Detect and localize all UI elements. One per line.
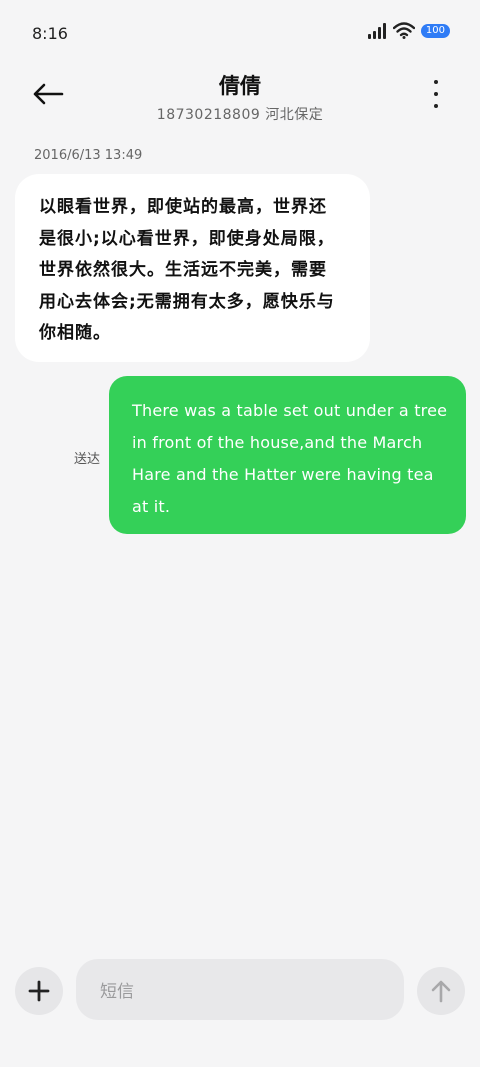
more-options-button[interactable] [430, 80, 442, 108]
battery-icon: 100 [420, 23, 450, 38]
message-input[interactable]: 短信 [76, 959, 404, 1020]
wifi-icon [392, 22, 415, 39]
plus-icon [28, 980, 50, 1002]
send-arrow-up-icon [431, 980, 451, 1003]
status-icons: 100 [367, 22, 450, 39]
message-timestamp: 2016/6/13 13:49 [34, 148, 143, 163]
outgoing-message-bubble[interactable]: There was a table set out under a tree i… [109, 376, 466, 534]
incoming-message-text: 以眼看世界，即使站的最高，世界还是很小;以心看世界，即使身处局限，世界依然很大。… [39, 197, 335, 343]
contact-name: 倩倩 [219, 74, 261, 98]
incoming-message-bubble[interactable]: 以眼看世界，即使站的最高，世界还是很小;以心看世界，即使身处局限，世界依然很大。… [15, 174, 370, 362]
message-input-placeholder: 短信 [100, 982, 134, 1002]
status-time: 8:16 [32, 24, 68, 43]
more-vertical-icon [434, 80, 438, 84]
contact-detail: 18730218809 河北保定 [156, 107, 324, 123]
signal-icon [367, 22, 386, 39]
delivery-status: 送达 [74, 452, 101, 467]
outgoing-message-text: There was a table set out under a tree i… [132, 401, 448, 516]
add-attachment-button[interactable] [15, 967, 63, 1015]
send-button[interactable] [417, 967, 465, 1015]
